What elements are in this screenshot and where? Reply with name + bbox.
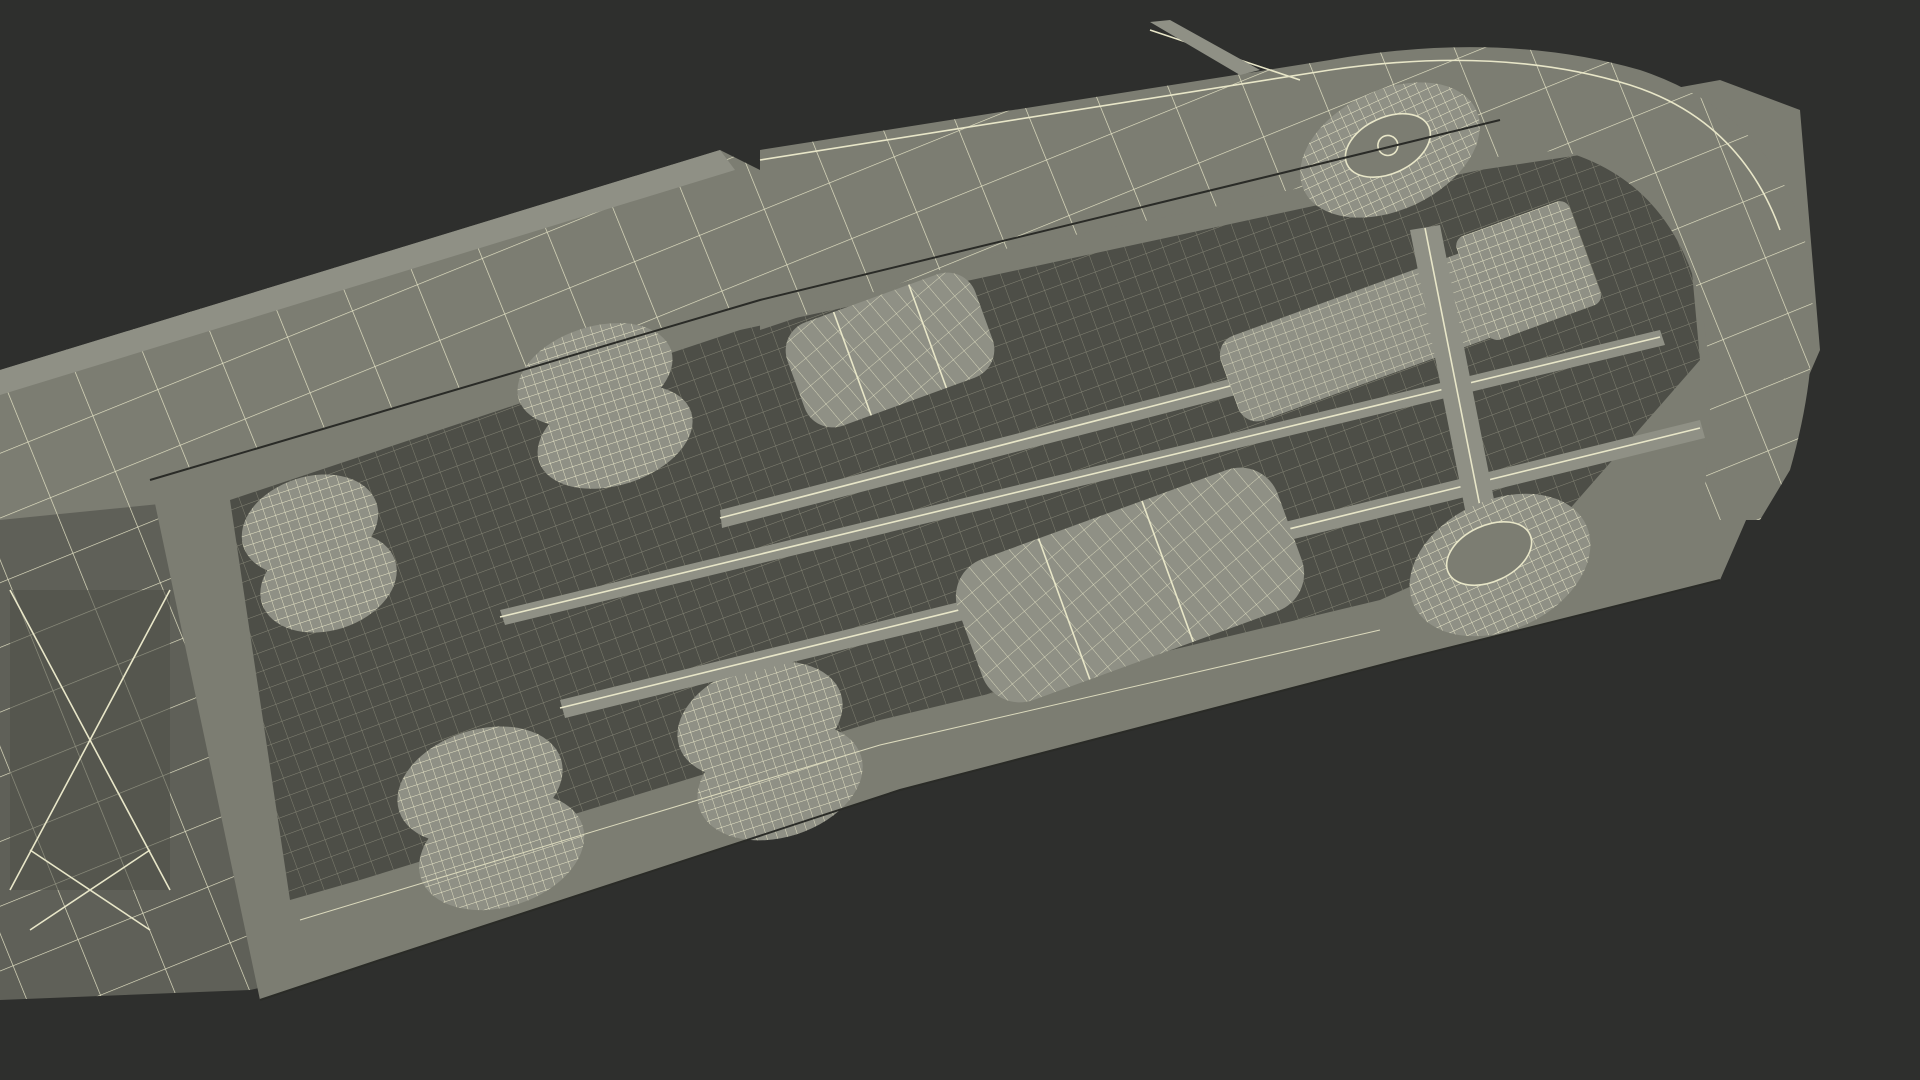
wireframe-truck-render bbox=[0, 20, 1820, 1001]
